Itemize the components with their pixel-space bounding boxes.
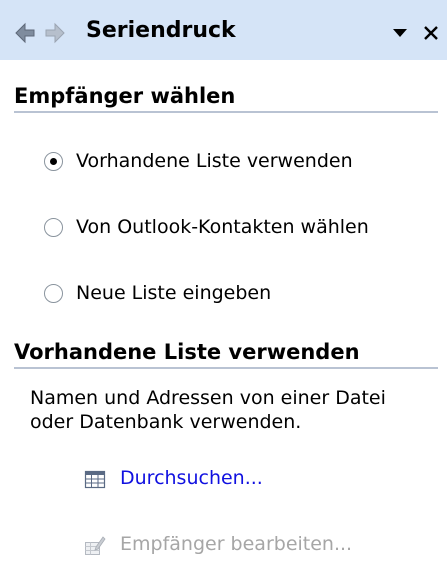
forward-arrow-icon[interactable] — [44, 22, 66, 44]
dropdown-triangle-icon[interactable] — [390, 20, 410, 44]
browse-link-label[interactable]: Durchsuchen... — [120, 467, 263, 489]
section-heading-recipients: Empfänger wählen — [14, 84, 438, 113]
radio-label: Neue Liste eingeben — [76, 282, 272, 304]
close-icon[interactable] — [420, 20, 442, 44]
edit-recipients-label: Empfänger bearbeiten... — [120, 533, 353, 555]
radio-label: Vorhandene Liste verwenden — [76, 150, 353, 172]
table-icon — [84, 469, 106, 491]
back-arrow-icon[interactable] — [14, 22, 36, 44]
radio-button[interactable] — [44, 218, 63, 237]
section-heading-existing-list: Vorhandene Liste verwenden — [14, 340, 438, 369]
radio-label: Von Outlook-Kontakten wählen — [76, 216, 369, 238]
radio-button-checked[interactable] — [44, 152, 63, 171]
section-description: Namen und Adressen von einer Datei oder … — [30, 387, 386, 433]
radio-button[interactable] — [44, 284, 63, 303]
task-pane-header: Seriendruck — [0, 0, 447, 60]
edit-recipients-icon — [84, 535, 106, 557]
task-pane-title: Seriendruck — [86, 18, 236, 43]
